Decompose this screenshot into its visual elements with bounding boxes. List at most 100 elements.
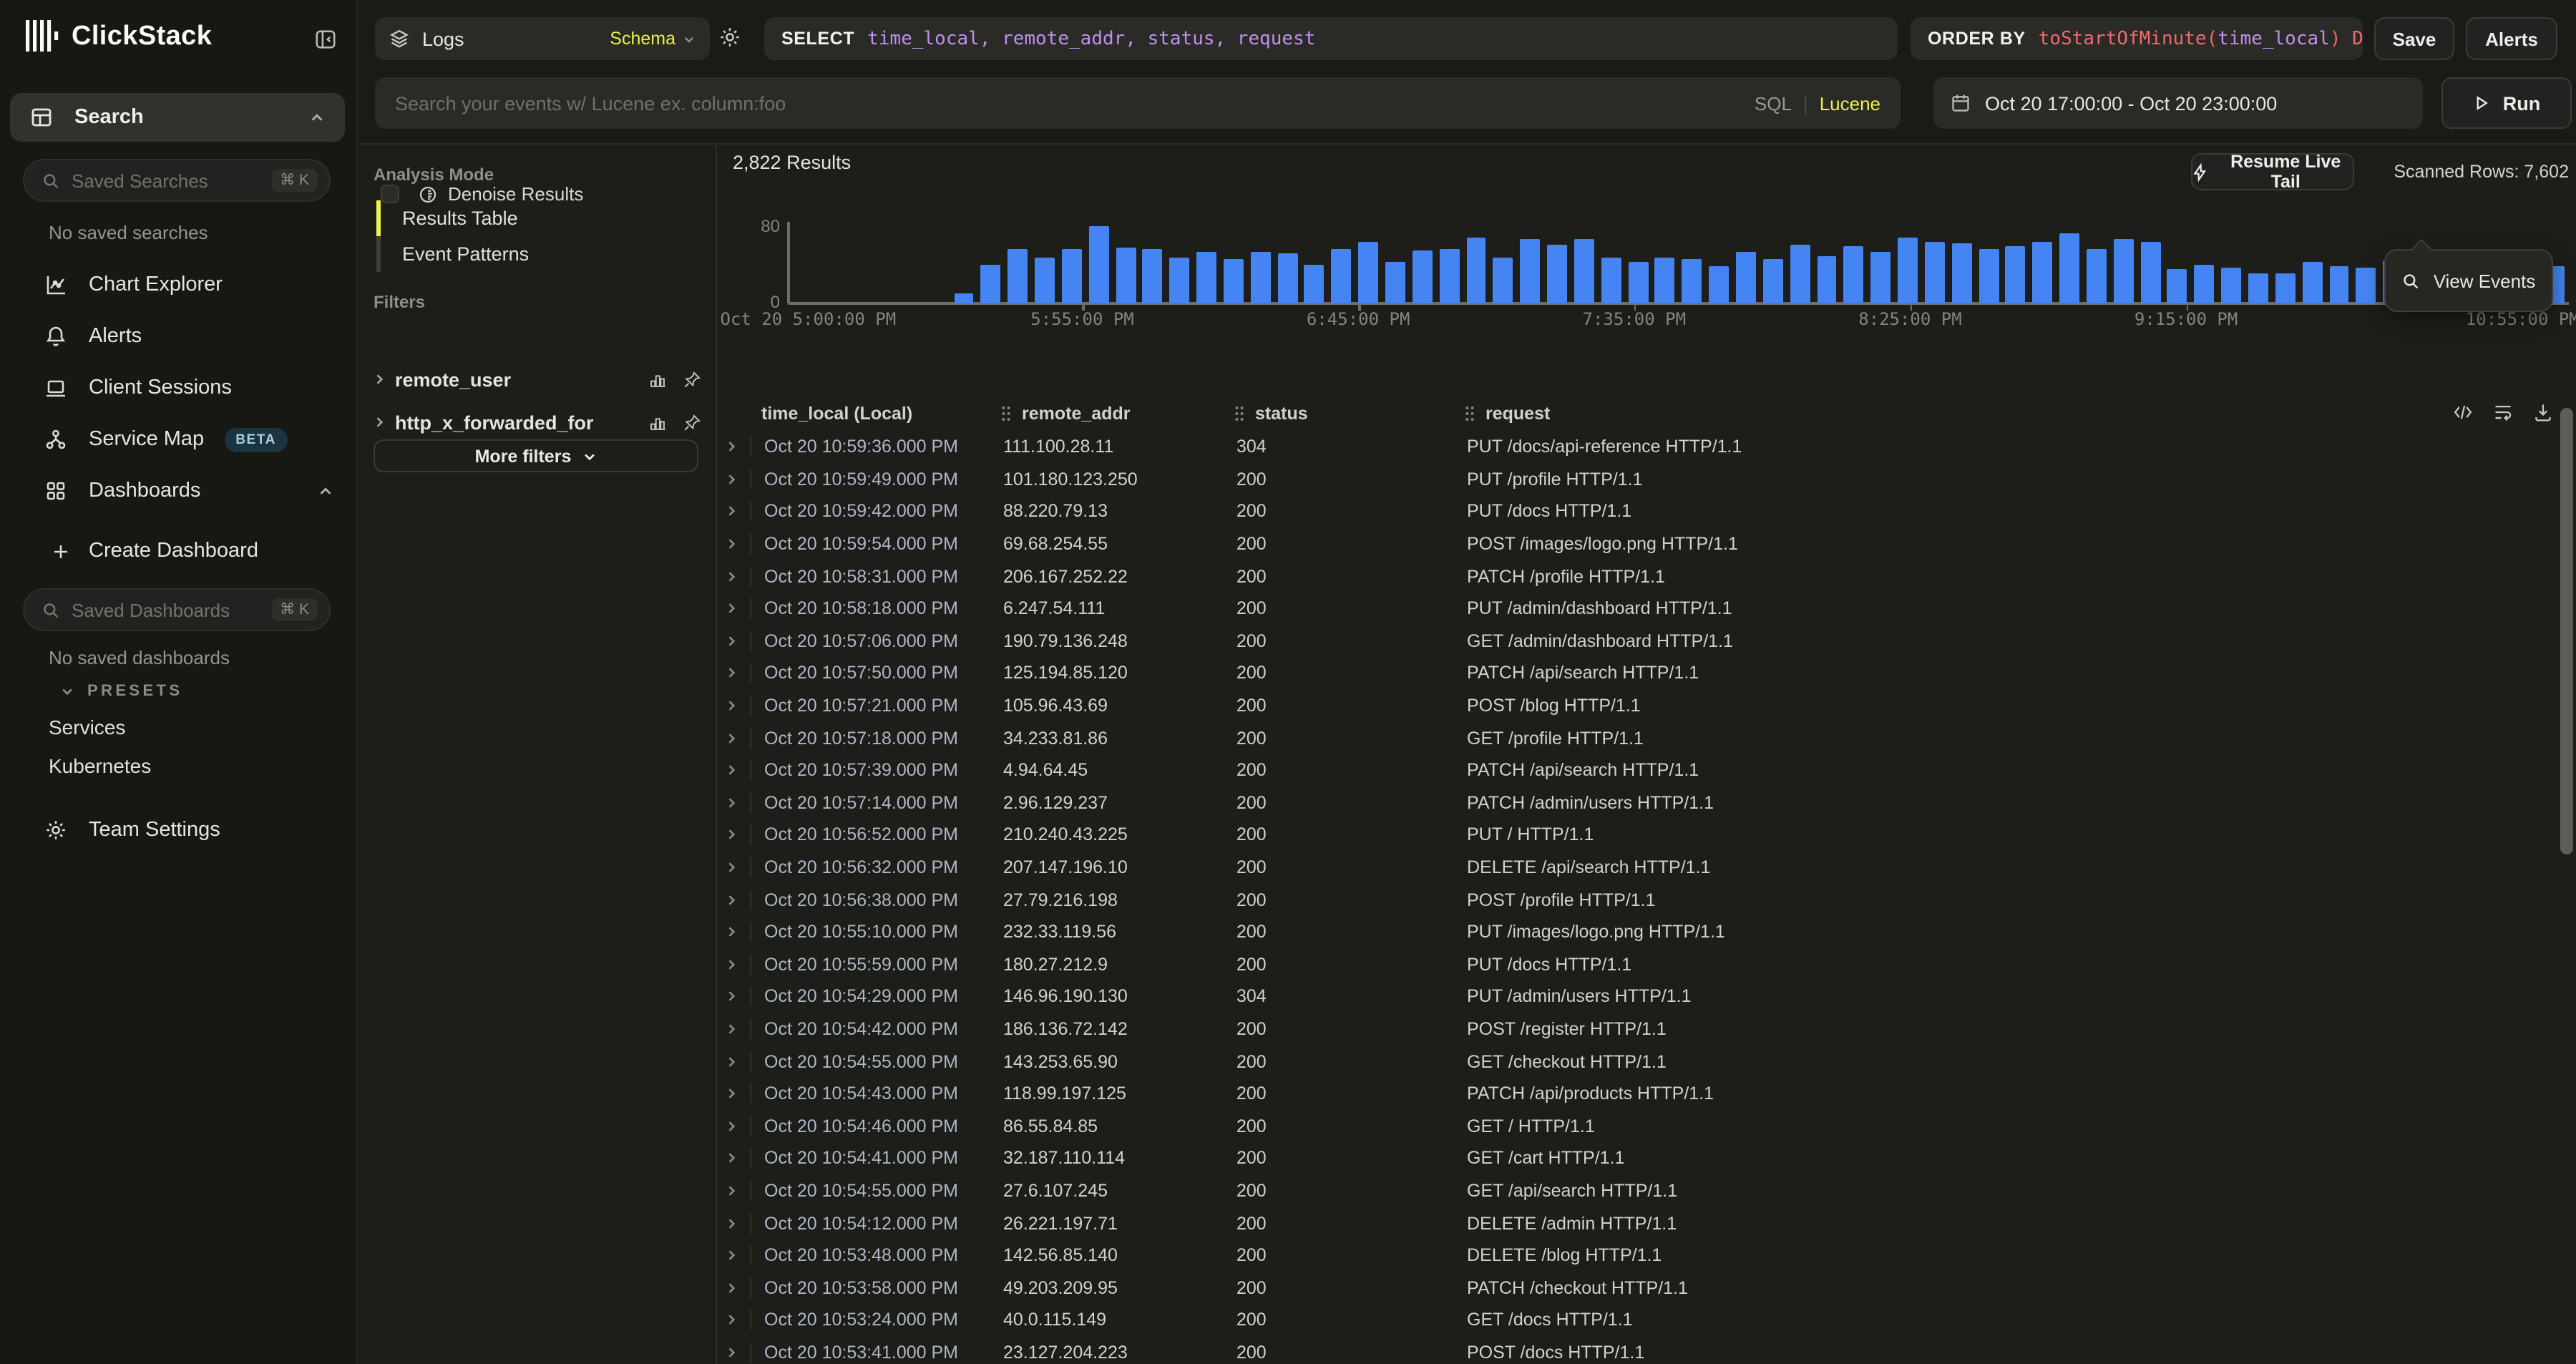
histogram-bar[interactable] (1894, 225, 1921, 303)
histogram-bar[interactable] (1652, 225, 1679, 303)
histogram-bar[interactable] (1463, 225, 1490, 303)
bar-chart-icon[interactable] (648, 370, 667, 389)
histogram-bar[interactable] (1598, 225, 1625, 303)
table-row[interactable]: Oct 20 10:55:59.000 PM180.27.212.9200PUT… (724, 948, 2556, 980)
histogram-bar[interactable] (2245, 225, 2272, 303)
histogram-bar[interactable] (1786, 225, 1813, 303)
table-row[interactable]: Oct 20 10:53:24.000 PM40.0.115.149200GET… (724, 1304, 2556, 1336)
drag-handle-icon[interactable] (1234, 405, 1245, 422)
saved-dashboards-input[interactable] (72, 599, 271, 620)
histogram-bar[interactable] (1921, 225, 1948, 303)
histogram-bar[interactable] (1382, 225, 1409, 303)
histogram-bar[interactable] (2299, 225, 2326, 303)
view-events-popup[interactable]: View Events (2384, 249, 2553, 312)
table-row[interactable]: Oct 20 10:57:39.000 PM4.94.64.45200PATCH… (724, 754, 2556, 786)
save-button[interactable]: Save (2374, 17, 2454, 60)
drag-handle-icon[interactable] (1000, 405, 1012, 422)
chevron-right-icon[interactable] (724, 1054, 738, 1068)
chevron-right-icon[interactable] (724, 440, 738, 454)
vertical-scrollbar[interactable] (2560, 408, 2573, 854)
histogram-bar[interactable] (950, 225, 977, 303)
event-search-input[interactable] (395, 92, 1755, 114)
table-row[interactable]: Oct 20 10:53:48.000 PM142.56.85.140200DE… (724, 1239, 2556, 1272)
histogram-bar[interactable] (2137, 225, 2164, 303)
chevron-right-icon[interactable] (724, 925, 738, 939)
histogram-bar[interactable] (1543, 225, 1571, 303)
chevron-right-icon[interactable] (724, 958, 738, 972)
bar-chart-icon[interactable] (648, 413, 667, 432)
chevron-right-icon[interactable] (724, 1313, 738, 1328)
denoise-results-toggle[interactable]: Denoise Results (381, 183, 583, 205)
select-clause-input[interactable]: SELECT time_local, remote_addr, status, … (764, 17, 1898, 60)
table-row[interactable]: Oct 20 10:57:06.000 PM190.79.136.248200G… (724, 625, 2556, 657)
table-row[interactable]: Oct 20 10:58:18.000 PM6.247.54.111200PUT… (724, 593, 2556, 625)
chevron-right-icon[interactable] (724, 1216, 738, 1230)
wrap-text-icon[interactable] (2493, 402, 2513, 422)
chevron-right-icon[interactable] (724, 860, 738, 875)
sidebar-item-chart-explorer[interactable]: Chart Explorer (0, 260, 356, 309)
sidebar-item-client-sessions[interactable]: Client Sessions (0, 364, 356, 412)
chevron-right-icon[interactable] (724, 537, 738, 551)
histogram-bar[interactable] (1220, 225, 1247, 303)
histogram-bar[interactable] (1166, 225, 1194, 303)
histogram-bar[interactable] (2164, 225, 2191, 303)
table-row[interactable]: Oct 20 10:57:21.000 PM105.96.43.69200POS… (724, 690, 2556, 722)
table-row[interactable]: Oct 20 10:54:42.000 PM186.136.72.142200P… (724, 1013, 2556, 1045)
chevron-right-icon[interactable] (724, 698, 738, 713)
histogram-bar[interactable] (1112, 225, 1139, 303)
chevron-right-icon[interactable] (724, 666, 738, 681)
table-row[interactable]: Oct 20 10:58:31.000 PM206.167.252.22200P… (724, 560, 2556, 593)
table-row[interactable]: Oct 20 10:55:10.000 PM232.33.119.56200PU… (724, 916, 2556, 948)
table-row[interactable]: Oct 20 10:59:36.000 PM111.100.28.11304PU… (724, 431, 2556, 463)
chevron-right-icon[interactable] (724, 505, 738, 519)
histogram-bar[interactable] (1247, 225, 1274, 303)
filter-field-remote_user[interactable]: remote_user (372, 362, 701, 396)
presets-toggle[interactable]: PRESETS (60, 683, 183, 700)
pin-icon[interactable] (683, 413, 701, 432)
table-row[interactable]: Oct 20 10:56:38.000 PM27.79.216.198200PO… (724, 884, 2556, 916)
lang-lucene-toggle[interactable]: Lucene (1820, 92, 1880, 114)
histogram-bar[interactable] (1948, 225, 1976, 303)
preset-item-services[interactable]: Services (49, 716, 125, 739)
chevron-right-icon[interactable] (724, 1248, 738, 1262)
histogram-bar[interactable] (2056, 225, 2083, 303)
histogram-bar[interactable] (1005, 225, 1032, 303)
histogram-bar[interactable] (1517, 225, 1544, 303)
chevron-right-icon[interactable] (724, 796, 738, 810)
table-row[interactable]: Oct 20 10:56:32.000 PM207.147.196.10200D… (724, 851, 2556, 883)
histogram-bar[interactable] (1813, 225, 1840, 303)
chevron-right-icon[interactable] (724, 763, 738, 777)
histogram-bar[interactable] (1355, 225, 1382, 303)
histogram-bar[interactable] (1274, 225, 1301, 303)
chevron-right-icon[interactable] (724, 1280, 738, 1295)
histogram-bar[interactable] (1705, 225, 1732, 303)
histogram-bar[interactable] (1760, 225, 1787, 303)
chevron-right-icon[interactable] (724, 602, 738, 616)
histogram-bar[interactable] (1840, 225, 1868, 303)
preset-item-kubernetes[interactable]: Kubernetes (49, 754, 151, 777)
table-row[interactable]: Oct 20 10:57:18.000 PM34.233.81.86200GET… (724, 722, 2556, 754)
histogram-bar[interactable] (2002, 225, 2029, 303)
run-button[interactable]: Run (2441, 77, 2572, 129)
histogram-bar[interactable] (977, 225, 1005, 303)
histogram-bar[interactable] (1193, 225, 1220, 303)
table-row[interactable]: Oct 20 10:54:41.000 PM32.187.110.114200G… (724, 1142, 2556, 1174)
filter-field-http_x_forwarded_for[interactable]: http_x_forwarded_for (372, 405, 701, 439)
table-row[interactable]: Oct 20 10:57:50.000 PM125.194.85.120200P… (724, 657, 2556, 689)
drag-handle-icon[interactable] (1464, 405, 1475, 422)
histogram-bar[interactable] (1031, 225, 1058, 303)
chevron-right-icon[interactable] (724, 731, 738, 745)
chevron-right-icon[interactable] (724, 1184, 738, 1198)
team-settings-button[interactable]: Team Settings (0, 809, 356, 852)
order-by-input[interactable]: ORDER BY toStartOfMinute(time_local) D (1911, 17, 2363, 60)
histogram-bar[interactable] (2191, 225, 2218, 303)
histogram-bar[interactable] (1732, 225, 1760, 303)
histogram-bar[interactable] (1868, 225, 1895, 303)
table-row[interactable]: Oct 20 10:54:43.000 PM118.99.197.125200P… (724, 1078, 2556, 1110)
alerts-button[interactable]: Alerts (2466, 17, 2557, 60)
chevron-right-icon[interactable] (724, 1345, 738, 1360)
sidebar-collapse-icon[interactable] (315, 29, 336, 50)
query-settings-gear-icon[interactable] (718, 26, 741, 49)
more-filters-button[interactable]: More filters (374, 439, 698, 472)
chevron-right-icon[interactable] (724, 828, 738, 842)
